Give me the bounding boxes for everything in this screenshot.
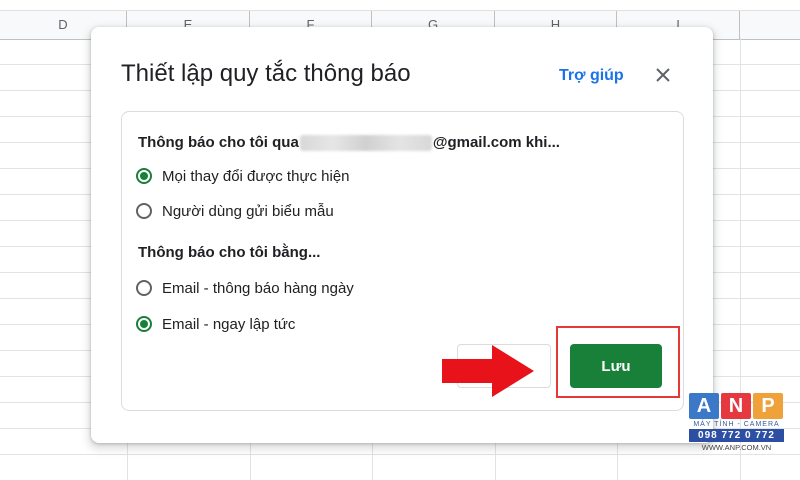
trigger-option-label: Mọi thay đổi được thực hiện	[162, 167, 350, 185]
annotation-arrow-icon	[442, 345, 534, 397]
logo-letter: N	[721, 393, 751, 419]
notify-method-title: Thông báo cho tôi bằng...	[138, 244, 321, 261]
method-option-daily[interactable]: Email - thông báo hàng ngày	[136, 276, 354, 300]
help-link[interactable]: Trợ giúp	[559, 67, 624, 85]
dialog-title: Thiết lập quy tắc thông báo	[121, 60, 411, 87]
close-button[interactable]	[649, 61, 677, 89]
logo-letter: P	[753, 393, 783, 419]
trigger-option-form-submit[interactable]: Người dùng gửi biểu mẫu	[136, 199, 334, 223]
anp-watermark-logo: A N P MÁY TÍNH - CAMERA 098 772 0 772 WW…	[689, 393, 784, 452]
close-icon	[656, 68, 670, 82]
method-option-immediate[interactable]: Email - ngay lập tức	[136, 312, 295, 336]
notify-via-label: Thông báo cho tôi qua @gmail.com khi...	[138, 134, 560, 152]
logo-phone: 098 772 0 772	[689, 429, 784, 442]
radio-button[interactable]	[136, 168, 152, 184]
notify-via-suffix: @gmail.com khi...	[432, 134, 560, 151]
notify-via-prefix: Thông báo cho tôi qua	[138, 134, 299, 151]
logo-letter: A	[689, 393, 719, 419]
radio-button[interactable]	[136, 280, 152, 296]
grid-line	[0, 454, 800, 455]
trigger-option-label: Người dùng gửi biểu mẫu	[162, 202, 334, 220]
logo-tagline: MÁY TÍNH - CAMERA	[693, 421, 780, 428]
logo-letters: A N P	[689, 393, 784, 419]
annotation-highlight-box	[556, 326, 680, 398]
trigger-option-all-changes[interactable]: Mọi thay đổi được thực hiện	[136, 164, 350, 188]
logo-url: WWW.ANP.COM.VN	[701, 443, 772, 452]
radio-button[interactable]	[136, 203, 152, 219]
radio-button[interactable]	[136, 316, 152, 332]
redacted-email	[299, 135, 432, 152]
method-option-label: Email - ngay lập tức	[162, 315, 296, 333]
method-option-label: Email - thông báo hàng ngày	[162, 279, 354, 297]
